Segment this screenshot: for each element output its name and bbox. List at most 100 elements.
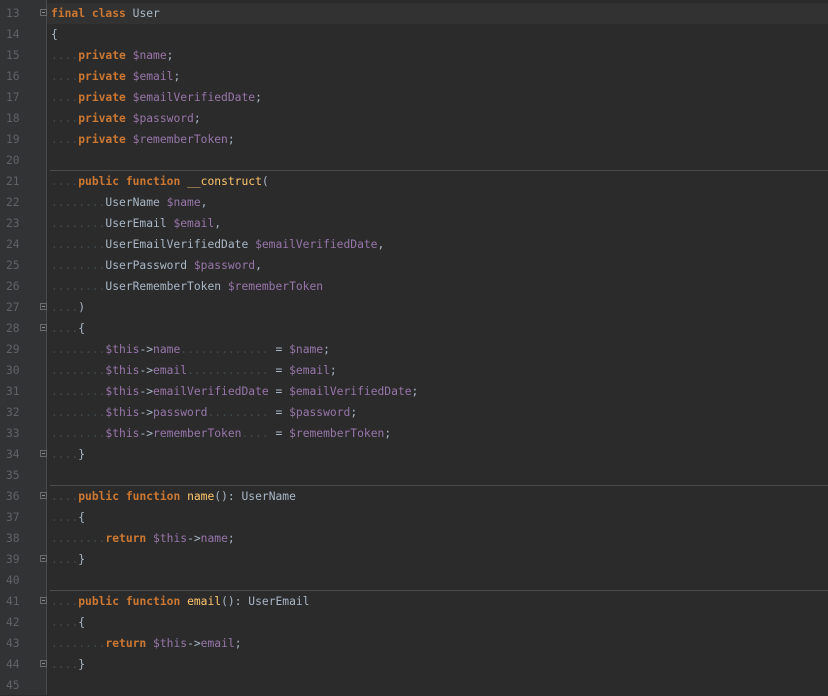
variable-token: $password — [193, 259, 256, 272]
code-line[interactable]: 26 ........UserRememberToken $rememberTok… — [0, 276, 828, 297]
line-number[interactable]: 34 — [6, 448, 32, 461]
fold-toggle-icon[interactable] — [40, 324, 47, 331]
line-number[interactable]: 25 — [6, 259, 32, 272]
code-line[interactable]: 16 ....private $email; — [0, 66, 828, 87]
fold-toggle-icon[interactable] — [40, 597, 47, 604]
line-number[interactable]: 14 — [6, 28, 32, 41]
line-number[interactable]: 43 — [6, 637, 32, 650]
line-number[interactable]: 32 — [6, 406, 32, 419]
whitespace-marker: .... — [51, 175, 79, 188]
whitespace-marker: ........ — [51, 637, 106, 650]
type-token: UserPassword — [105, 259, 188, 272]
code-text: ....} — [51, 553, 85, 566]
line-number[interactable]: 26 — [6, 280, 32, 293]
variable-token: $name — [289, 343, 324, 356]
line-number[interactable]: 20 — [6, 154, 32, 167]
line-number[interactable]: 35 — [6, 469, 32, 482]
line-number[interactable]: 18 — [6, 112, 32, 125]
code-line[interactable]: 22 ........UserName $name, — [0, 192, 828, 213]
punctuation-token: = — [268, 343, 290, 356]
punctuation-token: { — [78, 511, 86, 524]
line-number[interactable]: 36 — [6, 490, 32, 503]
code-line-area: { — [47, 24, 828, 45]
code-line-area: ....} — [47, 444, 828, 465]
line-number[interactable]: 15 — [6, 49, 32, 62]
line-number[interactable]: 29 — [6, 343, 32, 356]
line-number[interactable]: 30 — [6, 364, 32, 377]
line-number[interactable]: 28 — [6, 322, 32, 335]
code-line[interactable]: 23 ........UserEmail $email, — [0, 213, 828, 234]
code-line[interactable]: 37 ....{ — [0, 507, 828, 528]
code-line[interactable]: 40 — [0, 570, 828, 591]
line-number[interactable]: 17 — [6, 91, 32, 104]
code-line-area: ....public function name(): UserName — [47, 486, 828, 507]
line-number[interactable]: 19 — [6, 133, 32, 146]
variable-token: $this — [105, 364, 140, 377]
line-number[interactable]: 24 — [6, 238, 32, 251]
code-text: ........UserPassword $password, — [51, 259, 262, 272]
code-line[interactable]: 38 ........return $this->name; — [0, 528, 828, 549]
function-name-token: __construct — [187, 175, 262, 188]
code-line[interactable]: 39....} — [0, 549, 828, 570]
code-line[interactable]: 43 ........return $this->email; — [0, 633, 828, 654]
code-line-area: ........$this->password......... = $pass… — [47, 402, 828, 423]
code-line[interactable]: 21 ....public function __construct( — [0, 171, 828, 192]
code-line[interactable]: 18 ....private $password; — [0, 108, 828, 129]
fold-toggle-icon[interactable] — [40, 492, 47, 499]
code-line[interactable]: 15 ....private $name; — [0, 45, 828, 66]
punctuation-token: -> — [187, 637, 201, 650]
line-number[interactable]: 37 — [6, 511, 32, 524]
fold-toggle-icon[interactable] — [40, 303, 47, 310]
code-line-area: ....} — [47, 549, 828, 570]
code-line[interactable]: 19 ....private $rememberToken; — [0, 129, 828, 150]
line-number[interactable]: 33 — [6, 427, 32, 440]
line-number[interactable]: 22 — [6, 196, 32, 209]
code-line[interactable]: 35 — [0, 465, 828, 486]
line-number[interactable]: 40 — [6, 574, 32, 587]
line-number[interactable]: 41 — [6, 595, 32, 608]
code-line[interactable]: 20 — [0, 150, 828, 171]
code-line[interactable]: 34....} — [0, 444, 828, 465]
code-line[interactable]: 17 ....private $emailVerifiedDate; — [0, 87, 828, 108]
code-line[interactable]: 13 final class User — [0, 3, 828, 24]
code-line[interactable]: 28 ....{ — [0, 318, 828, 339]
code-line[interactable]: 44....} — [0, 654, 828, 675]
line-number[interactable]: 45 — [6, 679, 32, 692]
code-line-area: ....private $password; — [47, 108, 828, 129]
variable-token: $email — [132, 70, 174, 83]
line-number[interactable]: 27 — [6, 301, 32, 314]
code-line[interactable]: 30 ........$this->email............ = $em… — [0, 360, 828, 381]
line-number[interactable]: 21 — [6, 175, 32, 188]
code-line[interactable]: 27....) — [0, 297, 828, 318]
code-line-area: ....private $emailVerifiedDate; — [47, 87, 828, 108]
line-number[interactable]: 31 — [6, 385, 32, 398]
line-number[interactable]: 39 — [6, 553, 32, 566]
line-number[interactable]: 16 — [6, 70, 32, 83]
code-line[interactable]: 33 ........$this->rememberToken.... = $re… — [0, 423, 828, 444]
code-line[interactable]: 42 ....{ — [0, 612, 828, 633]
code-line[interactable]: 31 ........$this->emailVerifiedDate = $em… — [0, 381, 828, 402]
line-number[interactable]: 42 — [6, 616, 32, 629]
code-line[interactable]: 25 ........UserPassword $password, — [0, 255, 828, 276]
code-line-area: ........$this->email............ = $emai… — [47, 360, 828, 381]
line-number[interactable]: 13 — [6, 7, 32, 20]
code-line[interactable]: 24 ........UserEmailVerifiedDate $emailVe… — [0, 234, 828, 255]
code-line[interactable]: 36 ....public function name(): UserName — [0, 486, 828, 507]
code-editor[interactable]: 13 final class User 14 {15 ....private $name… — [0, 0, 828, 695]
fold-toggle-icon[interactable] — [40, 9, 47, 16]
code-line-area — [47, 675, 828, 696]
code-line[interactable]: 45 — [0, 675, 828, 696]
punctuation-token: ; — [193, 112, 201, 125]
line-number[interactable]: 38 — [6, 532, 32, 545]
punctuation-token: { — [51, 28, 58, 41]
fold-toggle-icon[interactable] — [40, 660, 47, 667]
code-line[interactable]: 14 { — [0, 24, 828, 45]
line-number[interactable]: 44 — [6, 658, 32, 671]
line-number[interactable]: 23 — [6, 217, 32, 230]
fold-toggle-icon[interactable] — [40, 450, 47, 457]
code-line-area: ....public function email(): UserEmail — [47, 591, 828, 612]
code-line[interactable]: 29 ........$this->name............. = $na… — [0, 339, 828, 360]
code-line[interactable]: 41 ....public function email(): UserEmail — [0, 591, 828, 612]
fold-toggle-icon[interactable] — [40, 555, 47, 562]
code-line[interactable]: 32 ........$this->password......... = $pa… — [0, 402, 828, 423]
